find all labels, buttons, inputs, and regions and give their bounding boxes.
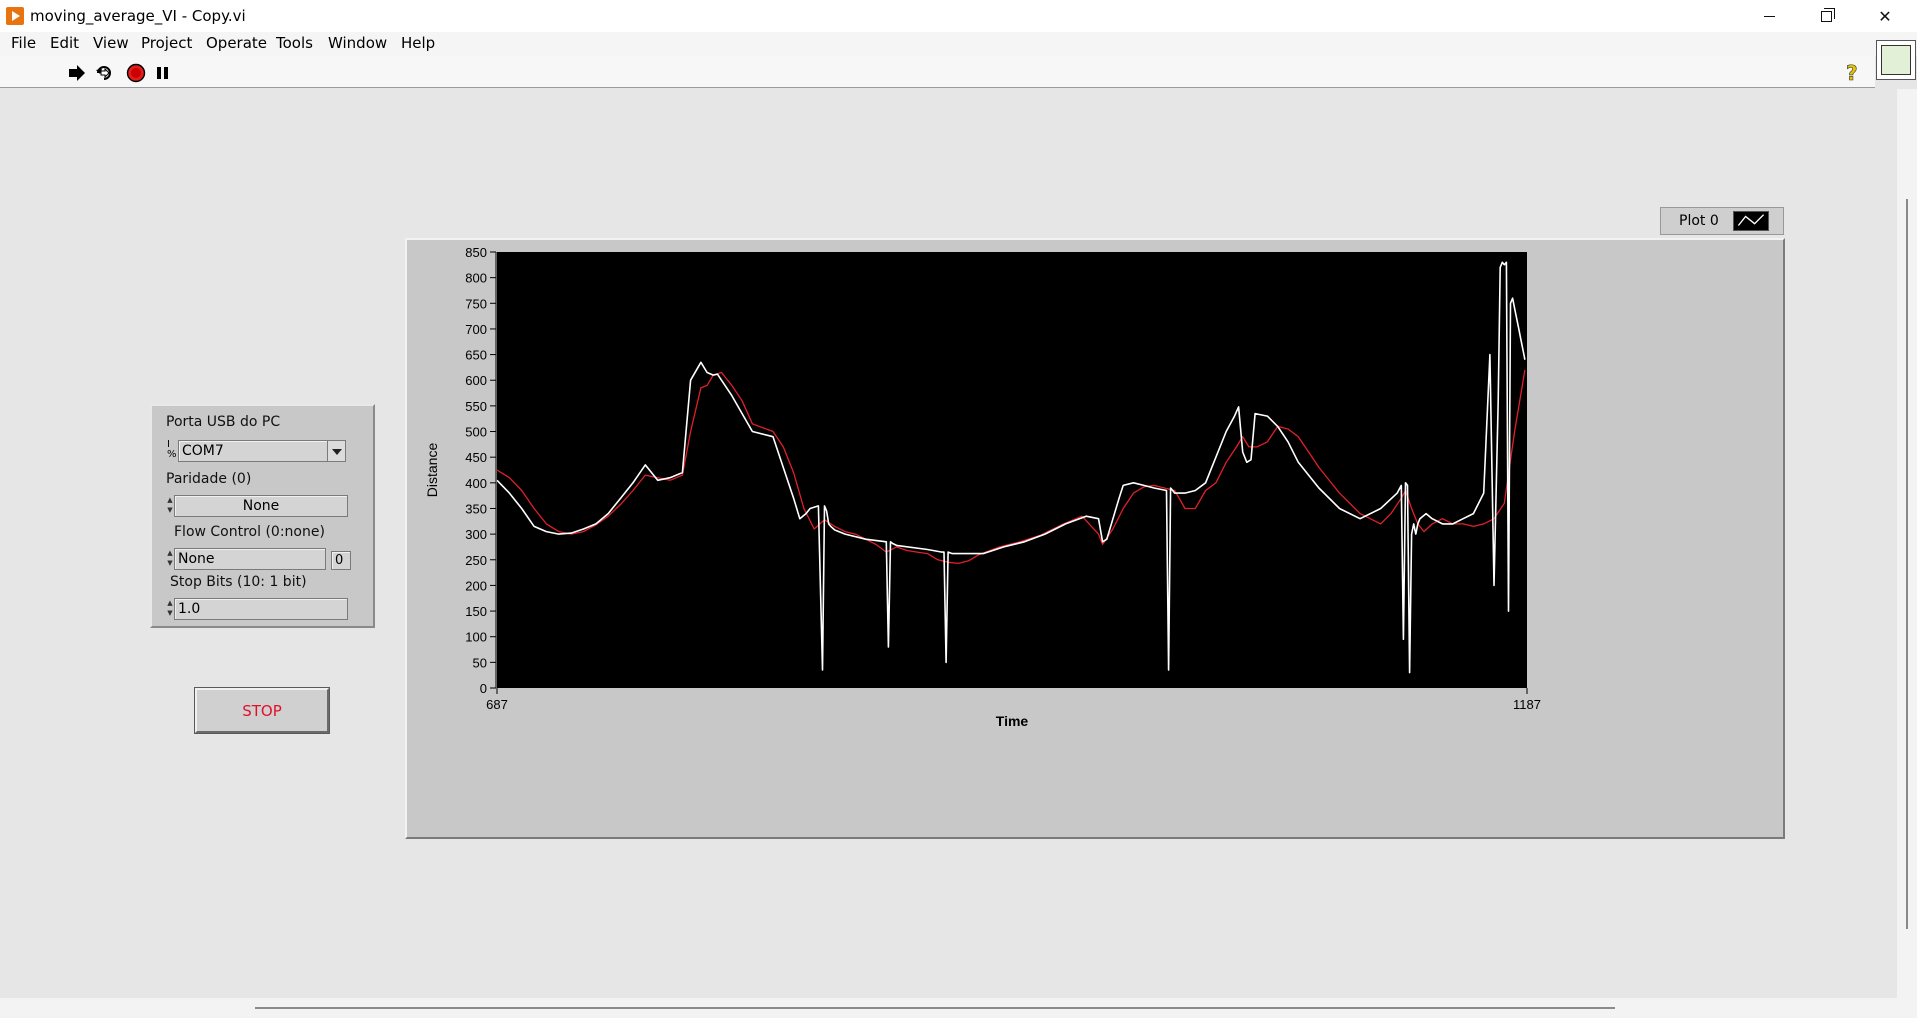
x-axis-label: Time: [996, 713, 1029, 729]
legend-plot-label: Plot 0: [1679, 213, 1719, 229]
y-tick-label: 850: [465, 245, 487, 260]
y-tick-label: 350: [465, 501, 487, 516]
port-label: Porta USB do PC: [166, 414, 281, 430]
port-select[interactable]: COM7: [178, 440, 346, 462]
vi-icon-graphic: [1881, 45, 1911, 75]
run-continuously-icon[interactable]: [94, 63, 114, 83]
menu-view[interactable]: View: [93, 34, 129, 52]
flow-control-numeric: 0: [331, 551, 351, 570]
menu-project[interactable]: Project: [141, 34, 192, 52]
y-tick-label: 700: [465, 322, 487, 337]
y-tick-label: 0: [480, 681, 487, 696]
x-tick-label: 687: [486, 697, 508, 712]
menu-operate[interactable]: Operate: [206, 34, 267, 52]
stop-bits-spinner-icon[interactable]: ▲ ▼: [166, 598, 174, 620]
stop-button[interactable]: STOP: [195, 688, 329, 733]
y-tick-label: 550: [465, 399, 487, 414]
restore-button[interactable]: [1798, 0, 1854, 32]
y-tick-label: 250: [465, 553, 487, 568]
menu-file[interactable]: File: [11, 34, 36, 52]
context-help-icon[interactable]: ?: [1846, 61, 1858, 86]
plot-legend[interactable]: Plot 0: [1660, 207, 1784, 235]
menu-edit[interactable]: Edit: [50, 34, 79, 52]
flow-control-spinner-icon[interactable]: ▲ ▼: [166, 548, 174, 570]
y-tick-label: 50: [473, 655, 487, 670]
minimize-button[interactable]: [1741, 0, 1797, 32]
stop-bits-value: 1.0: [178, 601, 201, 617]
y-tick-label: 450: [465, 450, 487, 465]
x-tick-label: 1187: [1513, 697, 1541, 712]
parity-value: None: [242, 498, 280, 514]
restore-icon: [1820, 7, 1835, 22]
title-bar: moving_average_VI - Copy.vi ✕: [0, 0, 1917, 32]
window-title: moving_average_VI - Copy.vi: [30, 7, 246, 25]
y-tick-label: 600: [465, 373, 487, 388]
vertical-scrollbar[interactable]: [1897, 89, 1917, 998]
y-axis: 0 50 100 150 200 250 300 350 400 450 500 550 600 650 7…: [465, 245, 497, 696]
horizontal-scroll-thumb[interactable]: [255, 1007, 1615, 1009]
port-dropdown-button[interactable]: [327, 441, 345, 461]
parity-ring[interactable]: None: [174, 495, 348, 517]
menu-help[interactable]: Help: [401, 34, 435, 52]
parity-label: Paridade (0): [166, 471, 252, 487]
port-value: COM7: [182, 443, 224, 459]
io-resource-icon: I%: [167, 439, 177, 460]
y-tick-label: 800: [465, 271, 487, 286]
horizontal-scrollbar[interactable]: [0, 998, 1917, 1018]
toolbar: ?: [0, 56, 1875, 88]
y-tick-label: 750: [465, 296, 487, 311]
y-tick-label: 150: [465, 604, 487, 619]
y-tick-label: 300: [465, 527, 487, 542]
serial-config-cluster: Porta USB do PC I% COM7 Paridade (0) ▲ ▼ …: [150, 404, 375, 628]
vi-icon[interactable]: [1876, 40, 1916, 80]
y-axis-label: Distance: [424, 443, 440, 498]
flow-control-label: Flow Control (0:none): [174, 524, 325, 540]
plot-area[interactable]: [497, 252, 1527, 688]
flow-control-enum[interactable]: None: [174, 548, 326, 570]
waveform-chart[interactable]: 0 50 100 150 200 250 300 350 400 450 500 550 600 650 7…: [405, 238, 1785, 839]
menu-tools[interactable]: Tools: [276, 34, 313, 52]
menu-window[interactable]: Window: [328, 34, 387, 52]
y-tick-label: 650: [465, 348, 487, 363]
abort-execution-icon[interactable]: [126, 63, 146, 83]
stop-bits-field[interactable]: 1.0: [174, 598, 348, 620]
x-axis: 687 1187: [486, 688, 1541, 712]
stop-bits-label: Stop Bits (10: 1 bit): [170, 574, 307, 590]
y-tick-label: 500: [465, 425, 487, 440]
close-button[interactable]: ✕: [1857, 0, 1913, 32]
parity-spinner-icon[interactable]: ▲ ▼: [166, 495, 174, 517]
labview-app-icon: [6, 7, 24, 25]
flow-control-value: None: [178, 551, 215, 567]
y-tick-label: 400: [465, 476, 487, 491]
vertical-scroll-thumb[interactable]: [1906, 199, 1908, 929]
y-tick-label: 200: [465, 578, 487, 593]
legend-line-swatch-icon[interactable]: [1733, 211, 1769, 231]
y-tick-label: 100: [465, 630, 487, 645]
menu-bar: File Edit View Project Operate Tools Win…: [0, 32, 1917, 56]
pause-icon[interactable]: [153, 63, 173, 83]
run-arrow-icon[interactable]: [67, 63, 87, 83]
